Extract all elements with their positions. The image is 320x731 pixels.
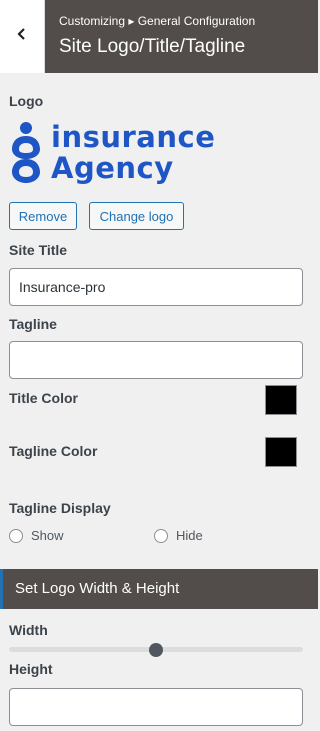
tagline-color-label: Tagline Color (9, 443, 98, 459)
site-title-label: Site Title (9, 242, 68, 258)
tagline-input[interactable] (9, 341, 303, 379)
customizer-header: Customizing ▸ General Configuration Site… (0, 0, 318, 73)
panel-title: Site Logo/Title/Tagline (59, 36, 246, 57)
chevron-left-icon (15, 27, 29, 46)
tagline-hide-radio[interactable]: Hide (154, 528, 203, 543)
tagline-show-radio[interactable]: Show (9, 528, 64, 543)
tagline-label: Tagline (9, 316, 57, 332)
radio-circle-icon (9, 528, 23, 543)
height-label: Height (9, 661, 53, 677)
height-input[interactable] (9, 688, 303, 726)
site-logo: insurance Agency (9, 122, 219, 190)
remove-logo-button[interactable]: Remove (9, 202, 77, 230)
width-label: Width (9, 622, 48, 638)
back-button[interactable] (0, 0, 45, 73)
tagline-display-label: Tagline Display (9, 500, 111, 516)
radio-circle-icon (154, 528, 168, 543)
logo-mark-icon (12, 122, 40, 183)
radio-hide-label: Hide (176, 528, 203, 543)
logo-wordmark: insurance Agency (51, 122, 215, 184)
logo-line-2: Agency (51, 151, 174, 185)
title-color-label: Title Color (9, 390, 78, 406)
radio-show-label: Show (31, 528, 64, 543)
site-title-input[interactable]: Insurance-pro (9, 268, 303, 306)
change-logo-button[interactable]: Change logo (89, 202, 184, 230)
logo-size-section-header[interactable]: Set Logo Width & Height (0, 569, 318, 609)
logo-label: Logo (9, 93, 44, 109)
tagline-color-swatch[interactable] (265, 437, 297, 467)
breadcrumb: Customizing ▸ General Configuration (59, 14, 256, 28)
width-slider-handle[interactable] (149, 643, 163, 657)
title-color-swatch[interactable] (265, 385, 297, 415)
logo-line-1: insurance (51, 120, 216, 154)
